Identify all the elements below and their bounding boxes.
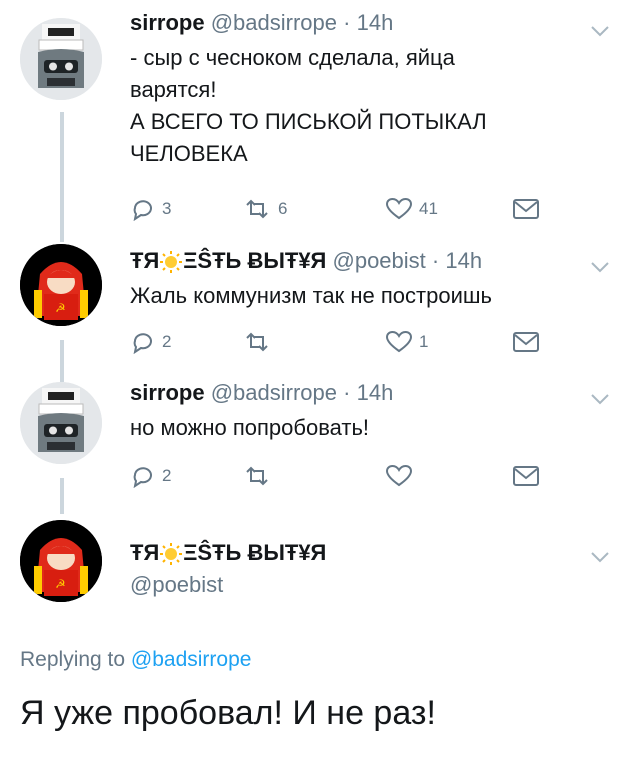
display-name[interactable]: ŦЯ ΞŜŦЬ ɃЫŦ¥Я xyxy=(130,540,327,566)
display-name-part: ΞŜŦЬ ɃЫŦ¥Я xyxy=(183,540,327,565)
sun-emoji-icon xyxy=(160,251,183,274)
dm-button[interactable] xyxy=(512,195,540,223)
envelope-icon xyxy=(513,332,539,352)
tweet-actions: 2 xyxy=(130,462,550,490)
avatar[interactable] xyxy=(20,18,102,100)
display-name[interactable]: sirrope xyxy=(130,380,205,405)
reply-count: 2 xyxy=(162,466,172,485)
display-name[interactable]: ŦЯ ΞŜŦЬ ɃЫŦ¥Я xyxy=(130,248,327,274)
dm-button[interactable] xyxy=(512,328,540,356)
display-name-part: ŦЯ xyxy=(130,540,160,565)
reply-icon xyxy=(133,200,152,221)
retweet-button[interactable] xyxy=(242,462,278,490)
replying-label: Replying to xyxy=(20,648,126,671)
retweet-icon xyxy=(246,466,268,486)
retweet-icon xyxy=(246,199,268,219)
heart-icon xyxy=(385,330,413,353)
chevron-down-icon[interactable] xyxy=(590,392,610,406)
like-button[interactable] xyxy=(385,462,419,490)
tweet-header: ŦЯ ΞŜŦЬ ɃЫŦ¥Я xyxy=(130,540,326,566)
avatar[interactable] xyxy=(20,382,102,464)
reply-button[interactable]: 2 xyxy=(130,328,171,356)
display-name-part: ŦЯ xyxy=(130,248,160,273)
sun-emoji-icon xyxy=(160,543,183,566)
display-name-part: ΞŜŦЬ ɃЫŦ¥Я xyxy=(183,248,327,273)
main-tweet-text: Я уже пробовал! И не раз! xyxy=(20,694,436,732)
chevron-down-icon[interactable] xyxy=(590,24,610,38)
tweet[interactable]: sirrope @badsirrope · 14h но можно попро… xyxy=(0,370,640,500)
chevron-down-icon[interactable] xyxy=(590,550,610,564)
retweet-button[interactable] xyxy=(242,328,278,356)
timestamp[interactable]: 14h xyxy=(445,248,482,273)
svg-text:☭: ☭ xyxy=(55,301,66,315)
reply-icon xyxy=(133,467,152,488)
username[interactable]: @poebist xyxy=(130,572,223,598)
like-count: 41 xyxy=(419,199,438,218)
separator-dot: · xyxy=(431,248,440,273)
timestamp[interactable]: 14h xyxy=(357,380,394,405)
tweet-text: Жаль коммунизм так не построишь xyxy=(130,283,492,308)
like-button[interactable]: 1 xyxy=(385,328,428,356)
dm-button[interactable] xyxy=(512,462,540,490)
tweet-actions: 3 6 41 xyxy=(130,195,550,223)
username[interactable]: @badsirrope xyxy=(211,380,337,405)
envelope-icon xyxy=(513,199,539,219)
reply-button[interactable]: 3 xyxy=(130,195,171,223)
heart-icon xyxy=(385,197,413,220)
tweet-text: - сыр с чесноком сделала, яйца варятся! … xyxy=(130,45,487,166)
retweet-count: 6 xyxy=(278,199,288,218)
timestamp[interactable]: 14h xyxy=(357,10,394,35)
tweet-header: sirrope @badsirrope · 14h xyxy=(130,380,393,406)
heart-icon xyxy=(385,464,413,487)
reply-count: 3 xyxy=(162,199,172,218)
avatar[interactable]: ☭ xyxy=(20,244,102,326)
reply-button[interactable]: 2 xyxy=(130,462,171,490)
replying-to: Replying to @badsirrope xyxy=(20,648,251,672)
tweet-text: но можно попробовать! xyxy=(130,415,370,440)
tweet[interactable]: sirrope @badsirrope · 14h - сыр с чеснок… xyxy=(0,0,640,240)
username[interactable]: @badsirrope xyxy=(211,10,337,35)
replying-handle-link[interactable]: @badsirrope xyxy=(131,648,252,671)
tweet-header: sirrope @badsirrope · 14h xyxy=(130,10,393,36)
tweet[interactable]: ☭ ŦЯ ΞŜŦЬ ɃЫŦ¥Я @poebist · 14h Жаль комму… xyxy=(0,240,640,360)
envelope-icon xyxy=(513,466,539,486)
avatar[interactable]: ☭ xyxy=(20,520,102,602)
retweet-icon xyxy=(246,332,268,352)
separator-dot: · xyxy=(343,10,351,35)
display-name[interactable]: sirrope xyxy=(130,10,205,35)
username[interactable]: @poebist xyxy=(333,248,426,273)
reply-count: 2 xyxy=(162,332,172,351)
retweet-button[interactable]: 6 xyxy=(242,195,287,223)
reply-icon xyxy=(133,333,152,354)
tweet-actions: 2 1 xyxy=(130,328,550,356)
chevron-down-icon[interactable] xyxy=(590,260,610,274)
like-button[interactable]: 41 xyxy=(385,195,438,223)
tweet-header: ŦЯ ΞŜŦЬ ɃЫŦ¥Я @poebist · 14h xyxy=(130,248,482,274)
like-count: 1 xyxy=(419,332,429,351)
separator-dot: · xyxy=(343,380,351,405)
svg-text:☭: ☭ xyxy=(55,577,66,591)
